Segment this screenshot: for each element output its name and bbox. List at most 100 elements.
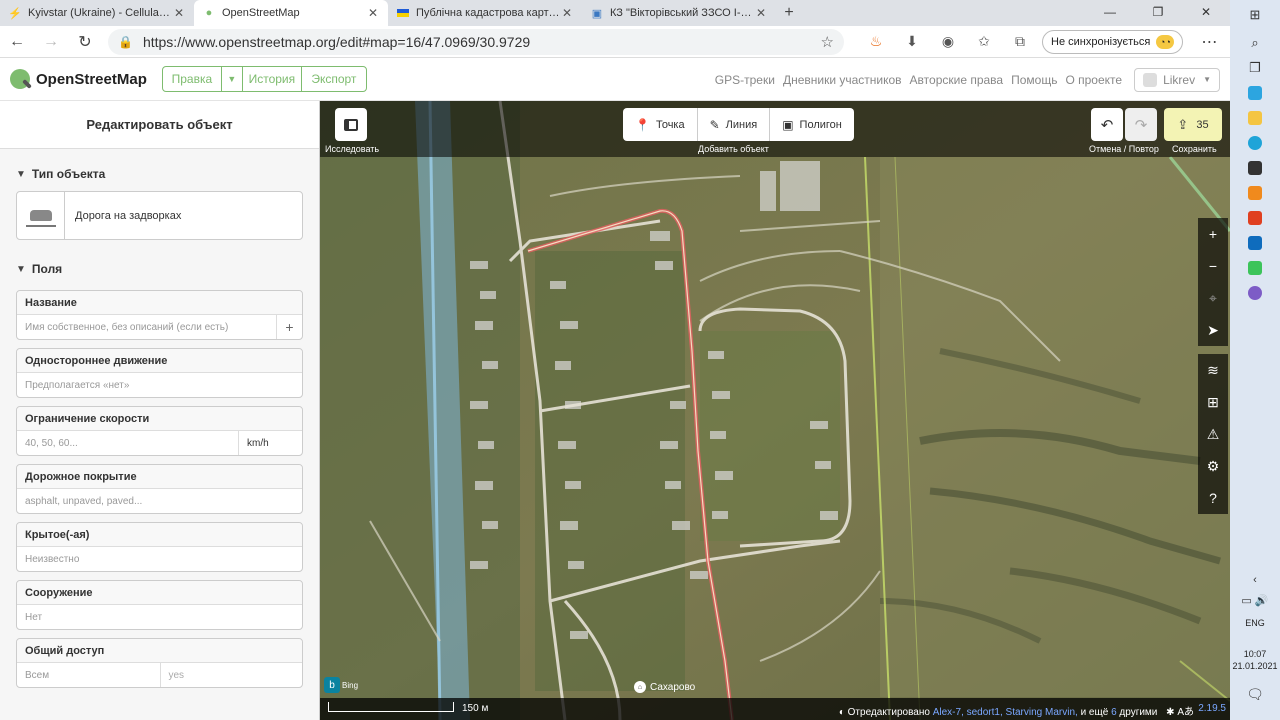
section-feature-type[interactable]: ▼ Тип объекта	[0, 161, 319, 187]
add-point-button[interactable]: 📍 Точка	[623, 108, 698, 141]
bookmark-star-icon[interactable]: ☆	[821, 33, 834, 51]
viber-icon[interactable]	[1230, 280, 1280, 305]
close-tab-icon[interactable]: ✕	[172, 6, 186, 20]
extension-icon[interactable]: ◉	[930, 33, 966, 50]
language-indicator[interactable]: ENG	[1230, 618, 1280, 628]
lock-icon[interactable]: 🔒	[118, 35, 133, 49]
forward-icon[interactable]: →	[34, 33, 68, 51]
profile-sync-button[interactable]: Не синхронізується ◔◔	[1042, 29, 1184, 54]
add-area-button[interactable]: ▣ Полигон	[770, 108, 854, 141]
surface-combo[interactable]: asphalt, unpaved, paved...	[17, 489, 302, 513]
add-localized-name-icon[interactable]: +	[276, 315, 302, 339]
edit-dropdown-chevron-icon[interactable]: ▼	[220, 66, 243, 92]
more-menu-icon[interactable]: ⋯	[1201, 32, 1217, 52]
link-user-diaries[interactable]: Дневники участников	[783, 73, 902, 87]
new-tab-button[interactable]: +	[776, 0, 802, 26]
field-label: Название	[17, 291, 302, 315]
field-label: Дорожное покрытие	[17, 465, 302, 489]
structure-select[interactable]: Нет	[17, 605, 302, 629]
sidebar-toggle-button[interactable]	[335, 108, 367, 141]
telegram-icon[interactable]	[1230, 80, 1280, 105]
chevron-down-icon: ▼	[16, 168, 26, 180]
reload-icon[interactable]: ↻	[68, 32, 102, 52]
covered-check[interactable]: Неизвестно	[17, 547, 302, 571]
volume-icon[interactable]: 🔊	[1255, 595, 1269, 607]
zoom-out-icon[interactable]: −	[1198, 250, 1228, 282]
clock[interactable]: 10:07 21.01.2021	[1230, 648, 1280, 672]
osm-logo[interactable]: OpenStreetMap	[10, 69, 147, 89]
tab-cadastral-map[interactable]: Публічна кадастрова карта Укр ✕	[388, 0, 582, 26]
map-canvas[interactable]: Исследовать 📍 Точка ✎ Линия ▣ Полигон Добав…	[320, 101, 1230, 720]
sublime-icon[interactable]	[1230, 180, 1280, 205]
zoom-to-selection-icon[interactable]: ⌖	[1198, 282, 1228, 314]
zoom-in-icon[interactable]: +	[1198, 218, 1228, 250]
edit-button[interactable]: Правка	[161, 66, 222, 92]
version-label[interactable]: 2.19.5	[1198, 703, 1226, 714]
windows-start-icon[interactable]: ⊞	[1230, 0, 1280, 30]
edge-icon[interactable]	[1230, 130, 1280, 155]
minimize-icon[interactable]: —	[1086, 0, 1134, 26]
place-label[interactable]: ⌂ Сахарово	[634, 681, 695, 693]
tab-kyivstar[interactable]: ⚡ Kyivstar (Ukraine) - Cellular Cove ✕	[0, 0, 194, 26]
save-button[interactable]: ⇪ 35	[1164, 108, 1222, 141]
task-view-icon[interactable]: ❐	[1230, 55, 1280, 80]
download-icon[interactable]: ⬇	[894, 33, 930, 50]
osm-icon: ●	[205, 7, 213, 19]
file-explorer-icon[interactable]	[1230, 105, 1280, 130]
close-tab-icon[interactable]: ✕	[366, 6, 380, 20]
link-about[interactable]: О проекте	[1065, 73, 1122, 87]
extension-fire-icon[interactable]: ♨	[858, 33, 894, 50]
chevron-left-icon[interactable]: ‹	[1253, 574, 1257, 586]
name-input[interactable]: Имя собственное, без описаний (если есть…	[17, 315, 276, 339]
map-data-icon[interactable]: ⊞	[1198, 386, 1228, 418]
geolocate-icon[interactable]: ➤	[1198, 314, 1228, 346]
favorites-icon[interactable]: ✩	[966, 33, 1002, 50]
help-icon[interactable]: ?	[1198, 482, 1228, 514]
map-pin-icon: 📍	[635, 117, 650, 132]
field-label: Сооружение	[17, 581, 302, 605]
link-gps-traces[interactable]: GPS-треки	[715, 73, 775, 87]
close-tab-icon[interactable]: ✕	[560, 6, 574, 20]
history-button[interactable]: История	[241, 66, 302, 92]
access-value-input[interactable]: yes	[159, 663, 303, 687]
add-feature-buttons: 📍 Точка ✎ Линия ▣ Полигон	[623, 108, 854, 141]
issues-icon[interactable]: ⚠	[1198, 418, 1228, 450]
app-green-icon[interactable]	[1230, 255, 1280, 280]
notifications-icon[interactable]: 🗨	[1230, 686, 1280, 703]
add-feature-label: Добавить объект	[698, 144, 769, 154]
undo-button[interactable]: ↶	[1091, 108, 1123, 141]
tab-openstreetmap[interactable]: ● OpenStreetMap ✕	[194, 0, 388, 26]
maximize-icon[interactable]: ❐	[1134, 0, 1182, 26]
preferences-icon[interactable]: ⚙	[1198, 450, 1228, 482]
url-field[interactable]: 🔒 https://www.openstreetmap.org/edit#map…	[108, 28, 844, 55]
back-icon[interactable]: ←	[0, 33, 34, 51]
section-fields[interactable]: ▼ Поля	[0, 256, 319, 282]
mail-icon[interactable]	[1230, 230, 1280, 255]
attribution-users[interactable]: Alex-7, sedort1, Starving Marvin,	[933, 707, 1078, 718]
user-menu-button[interactable]: Likrev ▼	[1134, 67, 1220, 92]
background-layers-icon[interactable]: ≋	[1198, 354, 1228, 386]
close-window-icon[interactable]: ✕	[1182, 0, 1230, 26]
link-copyright[interactable]: Авторские права	[910, 73, 1004, 87]
scale-bar[interactable]	[328, 702, 454, 712]
attribution-count[interactable]: 6	[1111, 707, 1117, 718]
preset-selector[interactable]: Дорога на задворках	[16, 191, 303, 240]
redo-button[interactable]: ↷	[1125, 108, 1157, 141]
oneway-input[interactable]: Предполагается «нет»	[17, 373, 302, 397]
address-bar-row: ← → ↻ 🔒 https://www.openstreetmap.org/ed…	[0, 26, 1230, 58]
close-tab-icon[interactable]: ✕	[754, 6, 768, 20]
add-line-button[interactable]: ✎ Линия	[698, 108, 771, 141]
tab-school[interactable]: ▣ КЗ "Вікторівський ЗЗСО І-ІІ ступ ✕	[582, 0, 776, 26]
username: Likrev	[1163, 72, 1196, 87]
export-button[interactable]: Экспорт	[300, 66, 367, 92]
store-icon[interactable]	[1230, 155, 1280, 180]
search-icon[interactable]: ⌕	[1230, 30, 1280, 55]
link-help[interactable]: Помощь	[1011, 73, 1057, 87]
maxspeed-input[interactable]: 40, 50, 60...	[17, 431, 238, 455]
collections-icon[interactable]: ⧉	[1002, 33, 1038, 50]
speed-unit-select[interactable]: km/h	[238, 431, 302, 455]
office-icon[interactable]	[1230, 205, 1280, 230]
bug-icon[interactable]: ✱ Aあ	[1166, 707, 1194, 718]
network-icon[interactable]: ▭	[1241, 595, 1251, 607]
map-panels: ≋ ⊞ ⚠ ⚙ ?	[1198, 354, 1228, 514]
